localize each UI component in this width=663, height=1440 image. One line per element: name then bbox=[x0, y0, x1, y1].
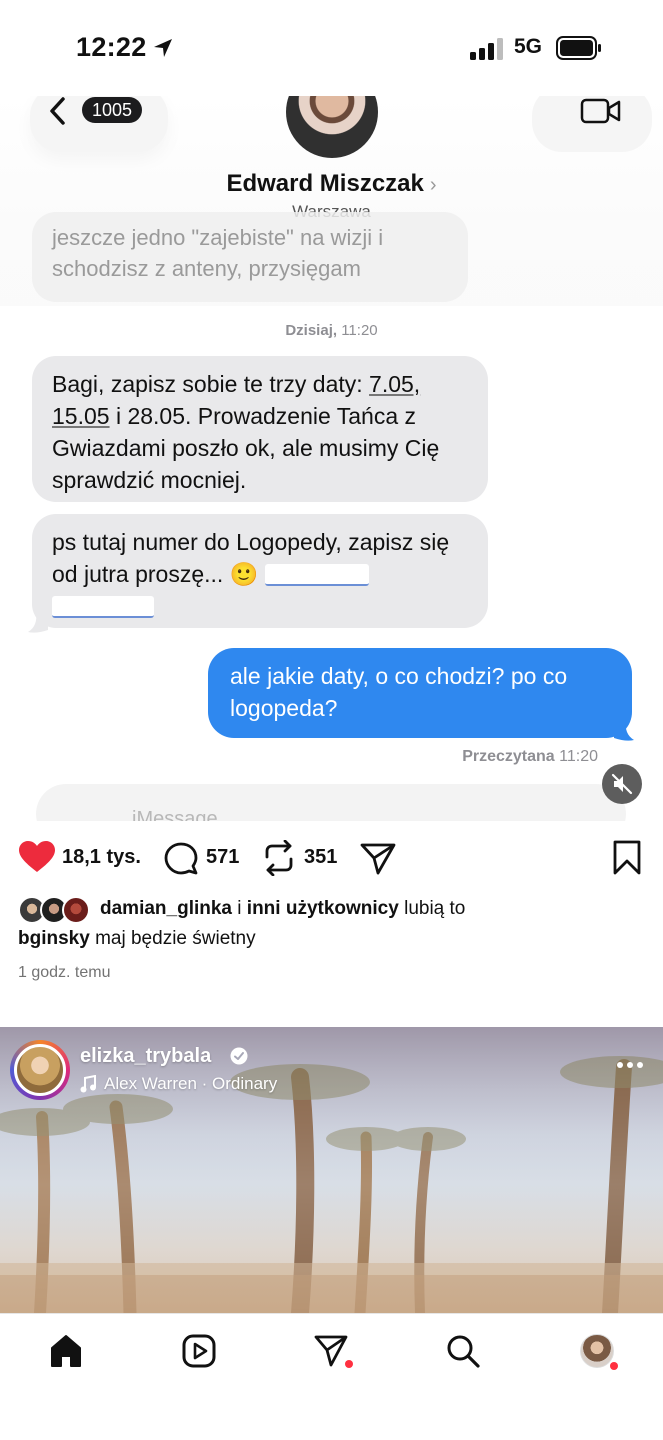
comments-count[interactable]: 571 bbox=[206, 846, 239, 869]
unread-count-badge: 1005 bbox=[82, 97, 143, 123]
signal-icon bbox=[470, 38, 503, 60]
avatar[interactable] bbox=[14, 1044, 66, 1096]
redacted-number bbox=[52, 596, 154, 618]
redacted-number bbox=[264, 564, 369, 586]
notification-dot bbox=[610, 1362, 618, 1370]
comment-icon[interactable] bbox=[164, 842, 198, 876]
imessage-placeholder: iMessage bbox=[132, 808, 218, 821]
video-camera-icon bbox=[580, 98, 621, 124]
notification-dot bbox=[345, 1360, 353, 1368]
mute-button[interactable] bbox=[602, 764, 642, 804]
bottom-tab-bar bbox=[0, 1313, 663, 1440]
next-post[interactable]: elizka_trybala Alex Warren · Ordinary bbox=[0, 1027, 663, 1313]
liked-by-row[interactable]: damian_glinka i inni użytkownicy lubią t… bbox=[18, 896, 658, 924]
post-caption: bginsky maj będzie świetny bbox=[18, 928, 256, 949]
status-time: 12:22 bbox=[76, 32, 147, 62]
heart-icon[interactable] bbox=[18, 840, 56, 874]
bubble-tail bbox=[28, 612, 48, 633]
liked-by-text: damian_glinka i inni użytkownicy lubią t… bbox=[100, 898, 466, 919]
incoming-message-bubble: ps tutaj numer do Logopedy, zapisz się o… bbox=[32, 514, 488, 628]
profile-avatar[interactable] bbox=[580, 1334, 614, 1368]
battery-icon bbox=[556, 36, 601, 60]
bookmark-icon[interactable] bbox=[612, 840, 642, 876]
post-audio[interactable]: Alex Warren · Ordinary bbox=[104, 1074, 277, 1094]
speaker-muted-icon bbox=[611, 773, 633, 795]
location-arrow-icon bbox=[154, 39, 172, 57]
likes-count[interactable]: 18,1 tys. bbox=[62, 846, 141, 869]
day-separator: Dzisiaj, 11:20 bbox=[285, 322, 378, 339]
date-link[interactable]: 7.05, bbox=[369, 371, 420, 397]
search-icon[interactable] bbox=[446, 1334, 480, 1368]
reposts-count[interactable]: 351 bbox=[304, 846, 337, 869]
home-icon[interactable] bbox=[49, 1334, 83, 1368]
caption-username[interactable]: bginsky bbox=[18, 928, 90, 949]
previous-message-text: jeszcze jedno "zajebiste" na wizji i sch… bbox=[52, 225, 384, 281]
bubble-tail bbox=[614, 720, 634, 741]
date-link[interactable]: 15.05 bbox=[52, 403, 110, 429]
post-username[interactable]: elizka_trybala bbox=[80, 1045, 211, 1068]
send-icon[interactable] bbox=[360, 842, 396, 876]
verified-badge-icon bbox=[230, 1047, 248, 1065]
messages-icon[interactable] bbox=[314, 1334, 348, 1368]
contact-name[interactable]: Edward Miszczak › bbox=[0, 170, 663, 198]
image-overlay bbox=[0, 1027, 663, 1313]
imessage-input bbox=[36, 784, 626, 821]
reels-icon[interactable] bbox=[182, 1334, 216, 1368]
back-chevron-icon bbox=[50, 97, 65, 125]
smile-emoji: 🙂 bbox=[229, 561, 259, 587]
read-receipt: Przeczytana 11:20 bbox=[462, 748, 598, 765]
post-timestamp: 1 godz. temu bbox=[18, 964, 111, 981]
more-options-icon[interactable] bbox=[616, 1061, 644, 1069]
repost-icon[interactable] bbox=[262, 840, 296, 876]
post-actions: 18,1 tys. 571 351 bbox=[0, 826, 663, 892]
status-bar: 12:22 5G bbox=[0, 0, 663, 96]
incoming-message-bubble: Bagi, zapisz sobie te trzy daty: 7.05, 1… bbox=[32, 356, 488, 502]
music-note-icon bbox=[80, 1075, 96, 1093]
network-type: 5G bbox=[514, 35, 543, 58]
avatar bbox=[62, 896, 90, 924]
outgoing-message-bubble: ale jakie daty, o co chodzi? po co logop… bbox=[208, 648, 632, 738]
chevron-right-icon: › bbox=[429, 174, 437, 196]
post-image-chat-screenshot[interactable]: 1005 Edward Miszczak› Warszawa jeszcze j… bbox=[0, 96, 663, 821]
